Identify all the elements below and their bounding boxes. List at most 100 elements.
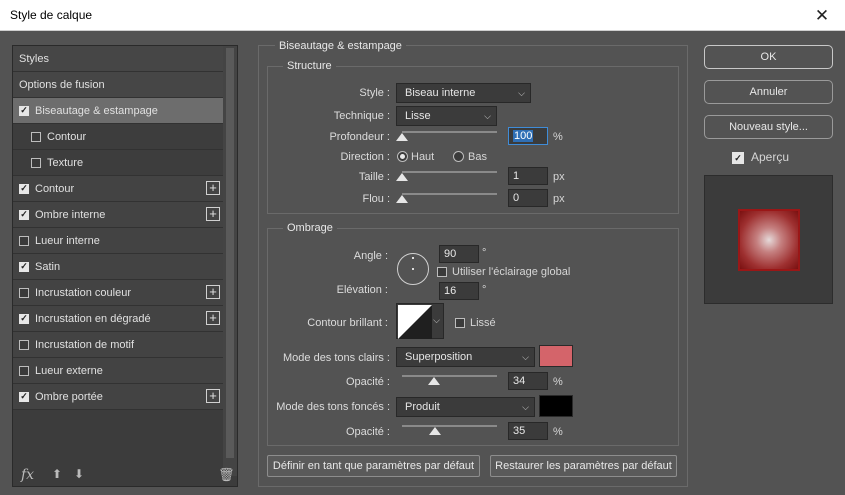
shadow-opacity-label: Opacité : <box>345 426 390 438</box>
style-dropdown[interactable]: Biseau interne ⌵ <box>396 83 531 103</box>
chevron-down-icon: ⌵ <box>433 315 440 325</box>
highlight-opacity-slider[interactable] <box>402 375 497 377</box>
style-checkbox[interactable]: ✓ <box>19 209 29 220</box>
style-item[interactable]: Contour <box>13 124 224 150</box>
style-item[interactable]: ✓ Ombre portée + <box>13 384 224 410</box>
style-item[interactable]: Options de fusion <box>13 72 224 98</box>
depth-slider[interactable] <box>402 131 497 133</box>
make-default-button[interactable]: Définir en tant que paramètres par défau… <box>267 455 480 477</box>
style-item[interactable]: Lueur externe <box>13 358 224 384</box>
size-unit: px <box>553 171 565 183</box>
style-item-label: Texture <box>47 156 84 169</box>
style-checkbox[interactable] <box>31 157 41 168</box>
global-light-checkbox[interactable] <box>437 267 447 277</box>
style-item-label: Ombre interne <box>35 208 106 221</box>
move-up-icon[interactable]: ⬆ <box>52 467 62 481</box>
angle-dial-center <box>412 268 414 270</box>
trash-icon[interactable]: 🗑 <box>218 467 235 483</box>
style-item[interactable]: ✓ Satin <box>13 254 224 280</box>
soften-input[interactable]: 0 <box>508 189 548 207</box>
style-item[interactable]: Texture <box>13 150 224 176</box>
highlight-mode-dropdown[interactable]: Superposition ⌵ <box>396 347 535 367</box>
style-checkbox[interactable]: ✓ <box>19 313 29 324</box>
move-down-icon[interactable]: ⬇ <box>74 467 84 481</box>
gloss-contour-picker[interactable]: ⌵ <box>396 303 444 339</box>
styles-scrollbar[interactable] <box>223 46 237 476</box>
close-icon[interactable]: ✕ <box>805 3 839 28</box>
style-checkbox[interactable]: ✓ <box>19 105 29 116</box>
style-item[interactable]: ✓ Biseautage & estampage <box>13 98 224 124</box>
shadow-opacity-unit: % <box>553 426 563 438</box>
add-effect-icon[interactable]: + <box>206 207 220 221</box>
highlight-color-swatch[interactable] <box>539 345 573 367</box>
altitude-input[interactable]: 16 <box>439 282 479 300</box>
style-checkbox[interactable] <box>31 131 41 142</box>
preview-label[interactable]: Aperçu <box>751 150 789 164</box>
preview-checkbox[interactable]: ✓ <box>732 152 744 164</box>
antialias-label[interactable]: Lissé <box>470 317 496 329</box>
shadow-mode-dropdown[interactable]: Produit ⌵ <box>396 397 535 417</box>
style-checkbox[interactable] <box>19 365 29 376</box>
add-effect-icon[interactable]: + <box>206 389 220 403</box>
style-checkbox[interactable]: ✓ <box>19 391 29 402</box>
depth-slider-knob[interactable] <box>396 133 408 141</box>
direction-down-label[interactable]: Bas <box>468 151 487 163</box>
soften-slider[interactable] <box>402 193 497 195</box>
style-checkbox[interactable]: ✓ <box>19 183 29 194</box>
style-item[interactable]: ✓ Ombre interne + <box>13 202 224 228</box>
scrollbar-thumb[interactable] <box>226 48 234 458</box>
angle-dial[interactable] <box>397 253 429 285</box>
shadow-opacity-input[interactable]: 35 <box>508 422 548 440</box>
cancel-button[interactable]: Annuler <box>704 80 833 104</box>
style-item[interactable]: ✓ Incrustation en dégradé + <box>13 306 224 332</box>
direction-up-radio[interactable] <box>397 151 408 162</box>
style-item[interactable]: Lueur interne <box>13 228 224 254</box>
structure-title: Structure <box>283 60 336 72</box>
size-label: Taille : <box>358 171 390 183</box>
size-input[interactable]: 1 <box>508 167 548 185</box>
title-bar: Style de calque ✕ <box>0 0 845 31</box>
shadow-opacity-slider[interactable] <box>402 425 497 427</box>
new-style-button[interactable]: Nouveau style... <box>704 115 833 139</box>
shadow-opacity-slider-knob[interactable] <box>429 427 442 435</box>
technique-label: Technique : <box>333 110 390 122</box>
angle-unit: ° <box>482 247 487 259</box>
add-effect-icon[interactable]: + <box>206 285 220 299</box>
direction-down-radio[interactable] <box>453 151 464 162</box>
chevron-down-icon: ⌵ <box>522 352 529 362</box>
soften-slider-knob[interactable] <box>396 195 408 203</box>
window-title: Style de calque <box>10 8 93 22</box>
style-preview <box>704 175 833 304</box>
depth-input[interactable]: 100 <box>508 127 548 145</box>
style-label: Style : <box>359 87 390 99</box>
style-item[interactable]: Incrustation couleur + <box>13 280 224 306</box>
add-effect-icon[interactable]: + <box>206 311 220 325</box>
depth-unit: % <box>553 131 563 143</box>
technique-dropdown[interactable]: Lisse ⌵ <box>396 106 497 126</box>
style-checkbox[interactable] <box>19 235 29 246</box>
direction-up-label[interactable]: Haut <box>411 151 434 163</box>
angle-input[interactable]: 90 <box>439 245 479 263</box>
antialias-checkbox[interactable] <box>455 318 465 328</box>
style-checkbox[interactable]: ✓ <box>19 261 29 272</box>
style-checkbox[interactable] <box>19 339 29 350</box>
ok-button[interactable]: OK <box>704 45 833 69</box>
direction-label: Direction : <box>340 151 390 163</box>
style-item-label: Biseautage & estampage <box>35 104 158 117</box>
soften-label: Flou : <box>362 193 390 205</box>
global-light-label[interactable]: Utiliser l'éclairage global <box>452 266 570 278</box>
size-slider-knob[interactable] <box>396 173 408 181</box>
size-slider[interactable] <box>402 171 497 173</box>
style-item-label: Contour <box>35 182 75 195</box>
style-item[interactable]: Styles <box>13 46 224 72</box>
reset-default-button[interactable]: Restaurer les paramètres par défaut <box>490 455 677 477</box>
style-checkbox[interactable] <box>19 287 29 298</box>
highlight-opacity-input[interactable]: 34 <box>508 372 548 390</box>
highlight-opacity-slider-knob[interactable] <box>428 377 441 385</box>
gloss-contour-label: Contour brillant : <box>307 317 388 329</box>
contour-preview-icon <box>398 305 432 339</box>
shadow-color-swatch[interactable] <box>539 395 573 417</box>
add-effect-icon[interactable]: + <box>206 181 220 195</box>
style-item[interactable]: ✓ Contour + <box>13 176 224 202</box>
style-item[interactable]: Incrustation de motif <box>13 332 224 358</box>
